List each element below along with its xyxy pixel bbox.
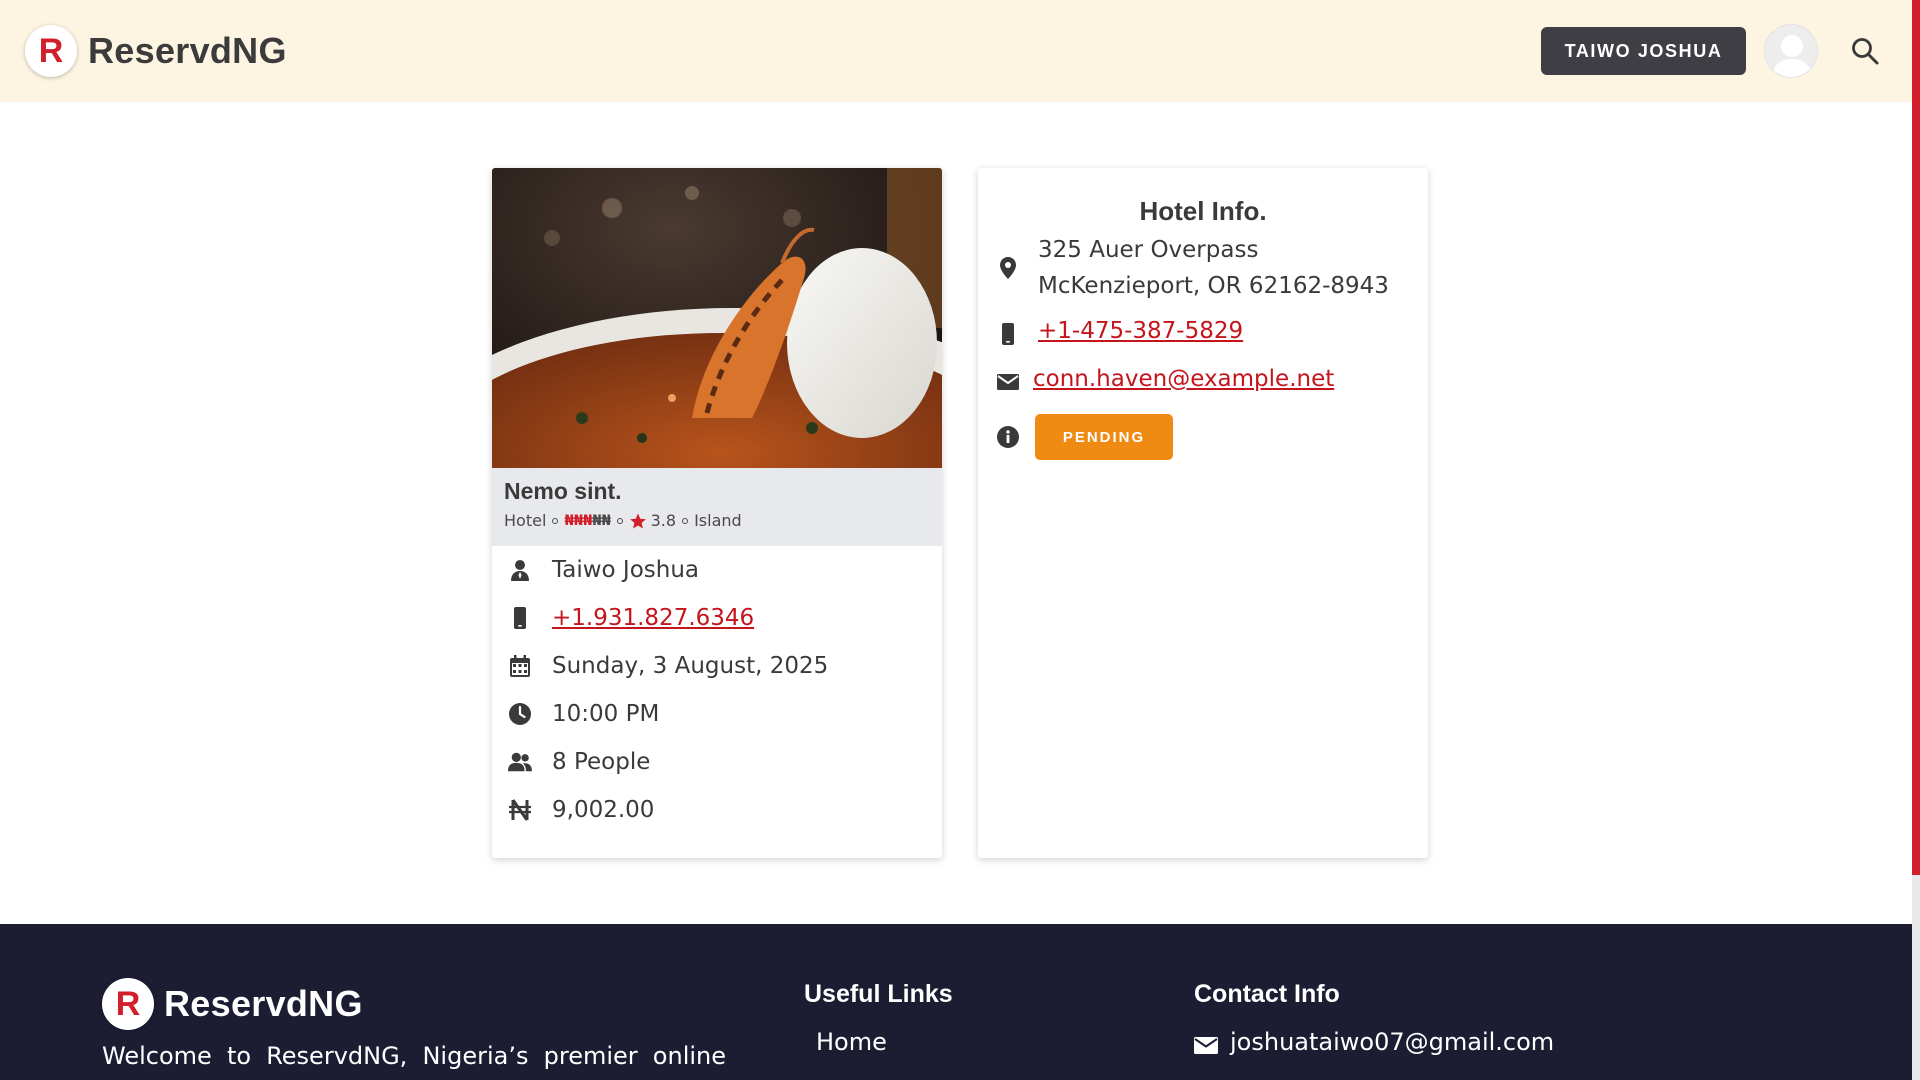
scrollbar-thumb[interactable] — [1912, 0, 1920, 875]
user-avatar-icon[interactable] — [1764, 24, 1818, 78]
star-icon — [629, 513, 646, 528]
location-pin-icon — [1000, 257, 1016, 279]
restaurant-type: Hotel — [504, 511, 547, 530]
customer-name-row: Taiwo Joshua — [508, 546, 926, 594]
price-level: ₦₦₦₦₦ — [564, 512, 611, 529]
hotel-phone-link[interactable]: +1-475-387-5829 — [1038, 318, 1243, 344]
party-size-row: 8 People — [508, 738, 926, 786]
people-icon — [508, 752, 532, 772]
booking-time-row: 10:00 PM — [508, 690, 926, 738]
booking-card: Nemo sint. Hotel ₦₦₦₦₦ 3.8 Island Taiwo … — [492, 168, 942, 858]
contact-info-title: Contact Info — [1194, 980, 1340, 1008]
footer-brand-name: ReservdNG — [164, 983, 363, 1024]
logo-badge-icon: R — [102, 978, 154, 1030]
amount-row: 9,002.00 — [508, 786, 926, 834]
hotel-info-card: Hotel Info. 325 Auer Overpass McKenziepo… — [978, 168, 1428, 858]
footer-contact-email[interactable]: joshuataiwo07@gmail.com — [1230, 1028, 1554, 1056]
separator-dot-icon — [616, 517, 623, 524]
separator-dot-icon — [552, 517, 559, 524]
naira-icon — [509, 799, 531, 821]
hotel-email-link[interactable]: conn.haven@example.net — [1033, 366, 1334, 392]
customer-phone-link[interactable]: +1.931.827.6346 — [552, 605, 754, 631]
restaurant-meta: Hotel ₦₦₦₦₦ 3.8 Island — [504, 511, 930, 530]
party-size: 8 People — [552, 749, 651, 775]
status-badge: PENDING — [1035, 414, 1173, 460]
hotel-address: 325 Auer Overpass McKenzieport, OR 62162… — [1038, 232, 1389, 304]
booking-amount: 9,002.00 — [552, 797, 655, 823]
booking-date: Sunday, 3 August, 2025 — [552, 653, 829, 679]
site-header: R ReservdNG TAIWO JOSHUA — [0, 0, 1912, 102]
hotel-address-line1: 325 Auer Overpass — [1038, 237, 1259, 263]
envelope-icon — [1194, 1037, 1218, 1054]
search-icon[interactable] — [1850, 36, 1880, 66]
user-menu-button[interactable]: TAIWO JOSHUA — [1541, 27, 1746, 75]
brand-logo[interactable]: R ReservdNG — [25, 25, 287, 77]
mobile-phone-icon — [1002, 323, 1014, 345]
restaurant-name[interactable]: Nemo sint. — [504, 478, 930, 505]
customer-name: Taiwo Joshua — [552, 557, 700, 583]
restaurant-titlebar: Nemo sint. Hotel ₦₦₦₦₦ 3.8 Island — [492, 468, 942, 546]
logo-badge-icon: R — [25, 25, 77, 77]
restaurant-location: Island — [694, 511, 742, 530]
footer-description: Welcome to ReservdNG, Nigeria’s premier … — [102, 1042, 726, 1070]
info-icon — [997, 426, 1019, 448]
footer-brand-logo[interactable]: R ReservdNG — [102, 978, 363, 1030]
hotel-info-title: Hotel Info. — [1139, 196, 1267, 226]
booking-time: 10:00 PM — [552, 701, 660, 727]
restaurant-food-image — [492, 168, 942, 608]
mobile-phone-icon — [514, 607, 526, 629]
brand-name: ReservdNG — [88, 30, 287, 71]
clock-icon — [509, 703, 531, 725]
customer-phone-row: +1.931.827.6346 — [508, 594, 926, 642]
footer-link-home[interactable]: Home — [816, 1028, 887, 1056]
hotel-address-line2: McKenzieport, OR 62162-8943 — [1038, 273, 1389, 299]
booking-date-row: Sunday, 3 August, 2025 — [508, 642, 926, 690]
rating-value: 3.8 — [650, 511, 677, 530]
envelope-icon — [997, 374, 1019, 390]
site-footer: R ReservdNG Welcome to ReservdNG, Nigeri… — [0, 924, 1912, 1080]
person-icon — [511, 560, 529, 581]
calendar-icon — [510, 655, 530, 677]
scrollbar-track[interactable] — [1912, 875, 1920, 1080]
separator-dot-icon — [682, 517, 689, 524]
booking-details: Taiwo Joshua +1.931.827.6346 Sunday, 3 A… — [492, 546, 942, 834]
useful-links-title: Useful Links — [804, 980, 953, 1008]
